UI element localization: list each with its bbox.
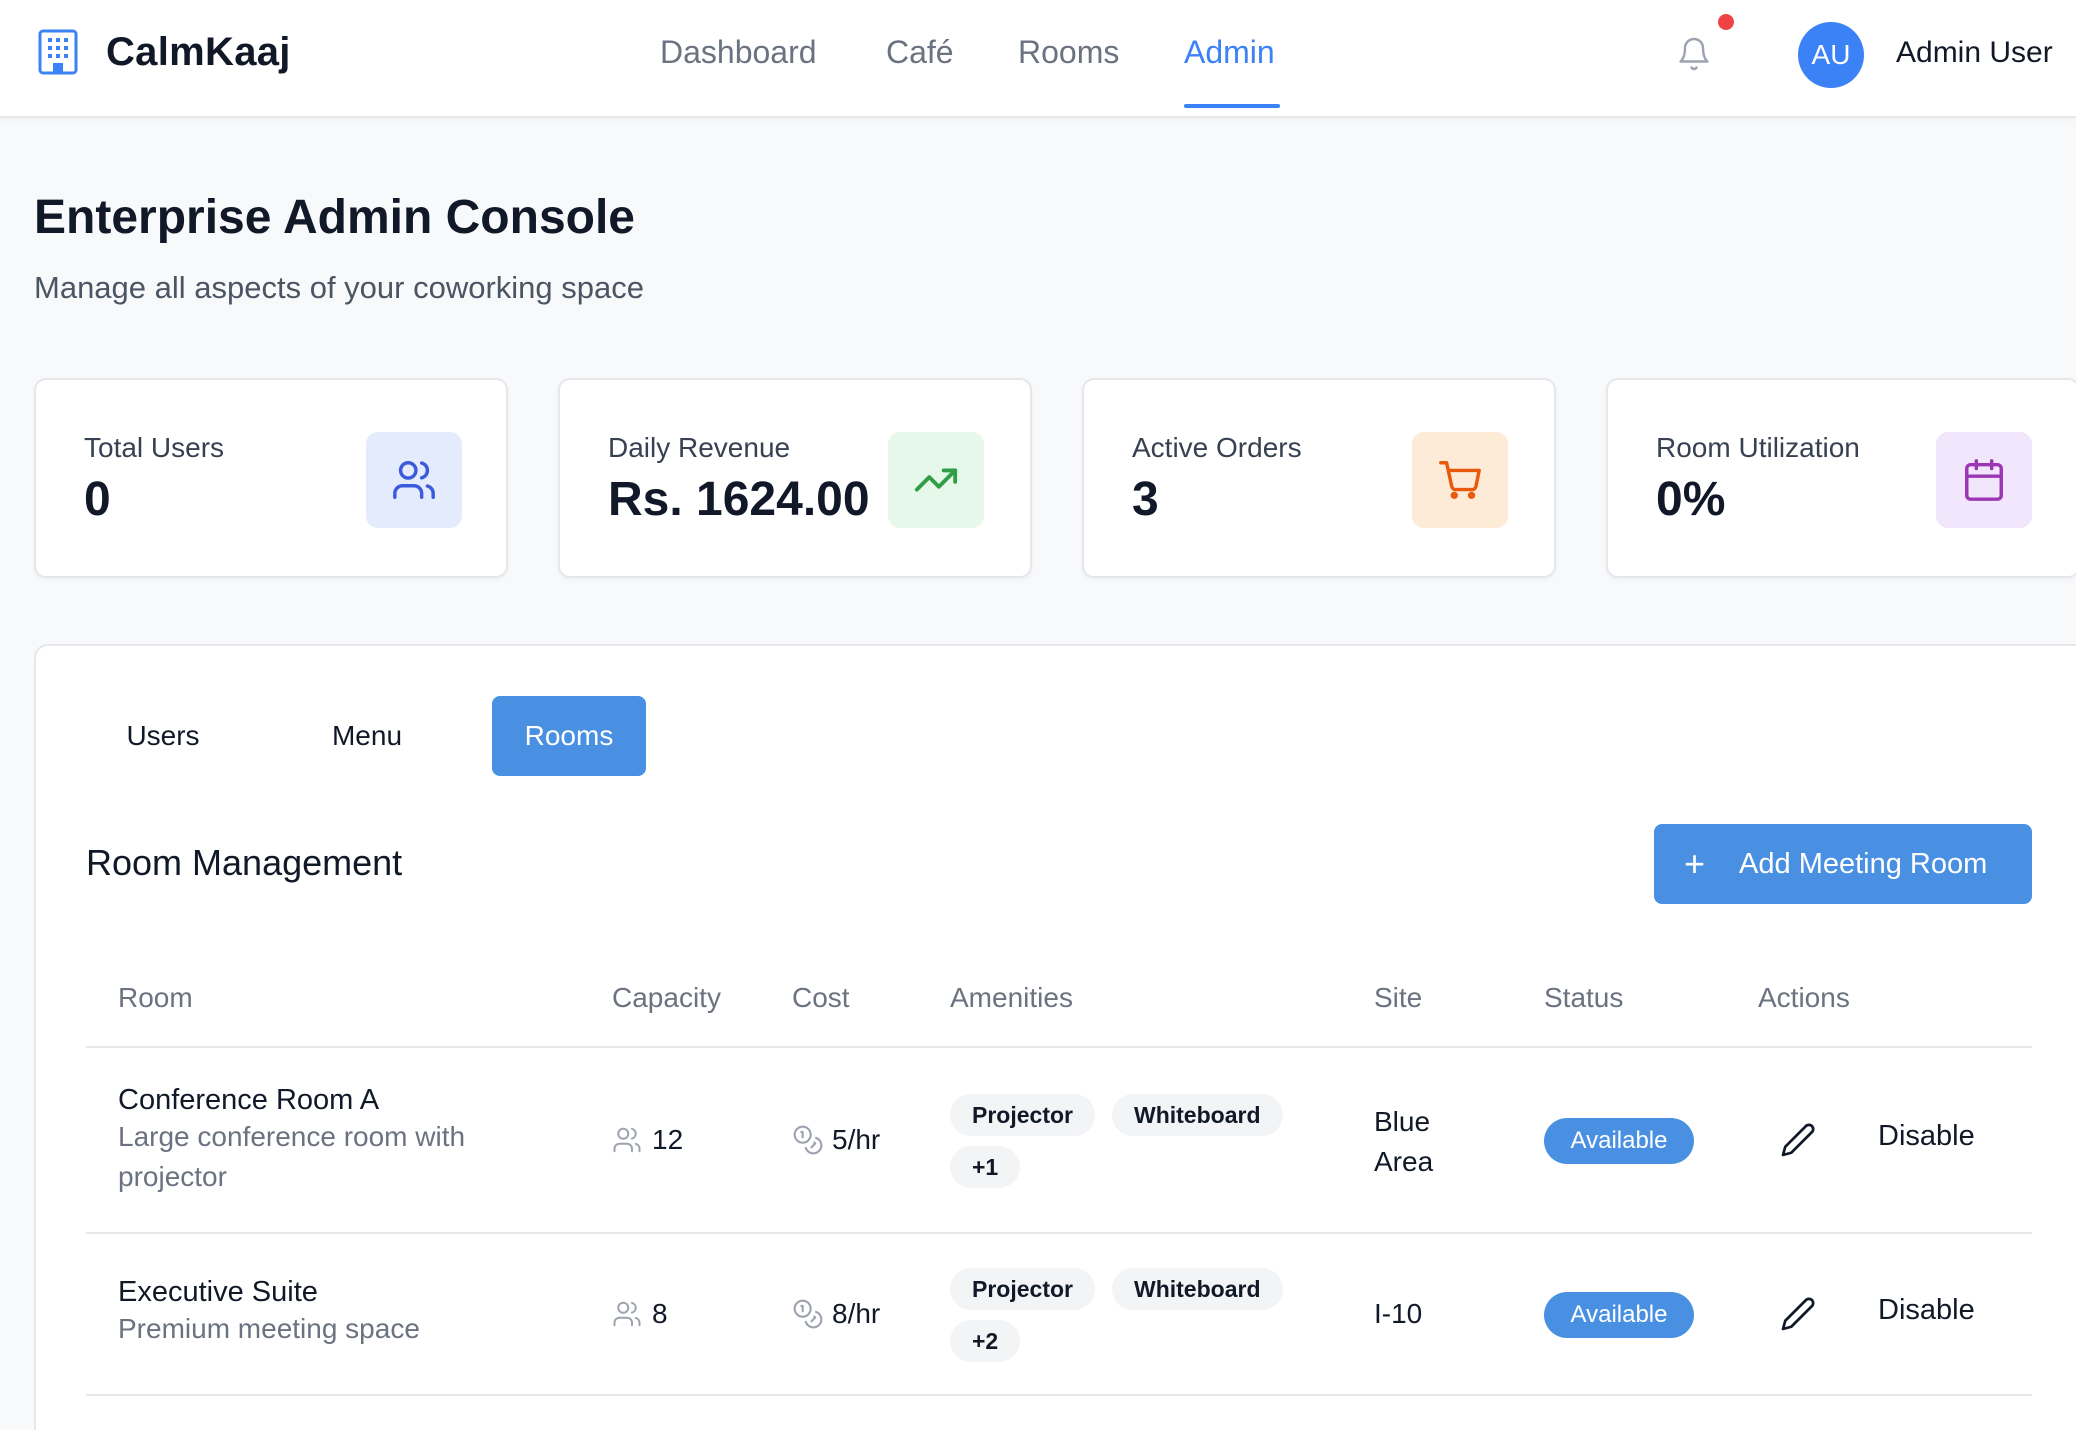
cost-value: 8/hr [832,1298,881,1329]
top-navigation-bar: CalmKaaj Dashboard Café Rooms Admin AU A… [0,0,2076,118]
room-name: Conference Room A [118,1084,380,1116]
site-cell: Blue Area [1374,1102,1433,1182]
stat-label: Room Utilization [1656,432,1860,463]
column-header-capacity: Capacity [612,982,721,1013]
tab-rooms[interactable]: Rooms [492,696,646,776]
cost-cell: 8/hr [792,1298,880,1330]
add-button-label: Add Meeting Room [1739,847,1988,880]
capacity-value: 8 [652,1298,668,1329]
amenity-chip: Projector [950,1268,1095,1310]
active-nav-indicator [1184,104,1280,108]
plus-icon: + [1684,843,1706,884]
column-header-site: Site [1374,982,1423,1013]
column-header-status: Status [1544,982,1624,1013]
column-header-room: Room [118,982,193,1013]
edit-icon[interactable] [1780,1296,1816,1332]
room-description: Large conference room with [118,1121,466,1152]
calendar-icon [1936,432,2032,528]
column-header-amenities: Amenities [950,982,1073,1013]
brand[interactable]: CalmKaaj [36,28,291,76]
room-description: projector [118,1161,227,1192]
stat-label: Active Orders [1132,432,1302,463]
column-header-actions: Actions [1758,982,1850,1013]
status-badge: Available [1544,1292,1694,1338]
users-icon [366,432,462,528]
page-subtitle: Manage all aspects of your coworking spa… [34,270,644,305]
stat-value: Rs. 1624.00 [608,473,870,526]
stat-card-room-utilization: Room Utilization 0% [1606,378,2076,578]
stat-value: 0 [84,473,111,526]
status-badge: Available [1544,1118,1694,1164]
stat-label: Total Users [84,432,225,463]
stat-card-daily-revenue: Daily Revenue Rs. 1624.00 [558,378,1032,578]
trending-up-icon [888,432,984,528]
site-text: I-10 [1374,1298,1423,1329]
add-meeting-room-button[interactable]: + Add Meeting Room [1654,824,2032,904]
building-icon [38,29,78,75]
column-header-cost: Cost [792,982,850,1013]
coins-icon [793,1299,823,1329]
nav-dashboard[interactable]: Dashboard [660,34,817,71]
amenity-chip: Projector [950,1094,1095,1136]
coins-icon [793,1125,823,1155]
table-divider [86,1046,2032,1048]
avatar[interactable]: AU [1798,22,1864,88]
tab-menu[interactable]: Menu [290,696,444,776]
user-name[interactable]: Admin User [1896,36,2053,70]
site-cell: I-10 [1374,1298,1422,1330]
stat-value: 3 [1132,473,1159,526]
room-description: Premium meeting space [118,1313,420,1344]
cart-icon [1412,432,1508,528]
capacity-value: 12 [652,1124,684,1155]
admin-panel: Users Menu Rooms Room Management + Add M… [34,644,2076,1430]
tab-users[interactable]: Users [86,696,240,776]
page-title: Enterprise Admin Console [34,191,635,244]
cost-value: 5/hr [832,1124,881,1155]
stat-card-total-users: Total Users 0 [34,378,508,578]
site-text: Area [1374,1146,1434,1177]
section-title: Room Management [86,842,403,883]
notification-dot [1718,14,1734,30]
stat-value: 0% [1656,473,1726,526]
more-amenities-chip[interactable]: +1 [950,1146,1021,1188]
cost-cell: 5/hr [792,1124,880,1156]
stat-label: Daily Revenue [608,432,791,463]
nav-rooms[interactable]: Rooms [1018,34,1119,71]
nav-cafe[interactable]: Café [886,34,954,71]
more-amenities-chip[interactable]: +2 [950,1320,1021,1362]
app-name: CalmKaaj [106,29,291,74]
edit-icon[interactable] [1780,1122,1816,1158]
users-icon [613,1127,641,1153]
users-icon [613,1301,641,1327]
amenity-chip: Whiteboard [1112,1268,1283,1310]
room-name: Executive Suite [118,1276,318,1308]
nav-admin[interactable]: Admin [1184,34,1275,71]
stat-card-active-orders: Active Orders 3 [1082,378,1556,578]
site-text: Blue [1374,1106,1431,1137]
amenity-chip: Whiteboard [1112,1094,1283,1136]
disable-button[interactable]: Disable [1878,1120,1975,1153]
bell-icon[interactable] [1676,36,1712,72]
table-divider [86,1232,2032,1234]
table-divider [86,1394,2032,1396]
capacity-cell: 12 [612,1124,683,1156]
capacity-cell: 8 [612,1298,668,1330]
disable-button[interactable]: Disable [1878,1294,1975,1327]
